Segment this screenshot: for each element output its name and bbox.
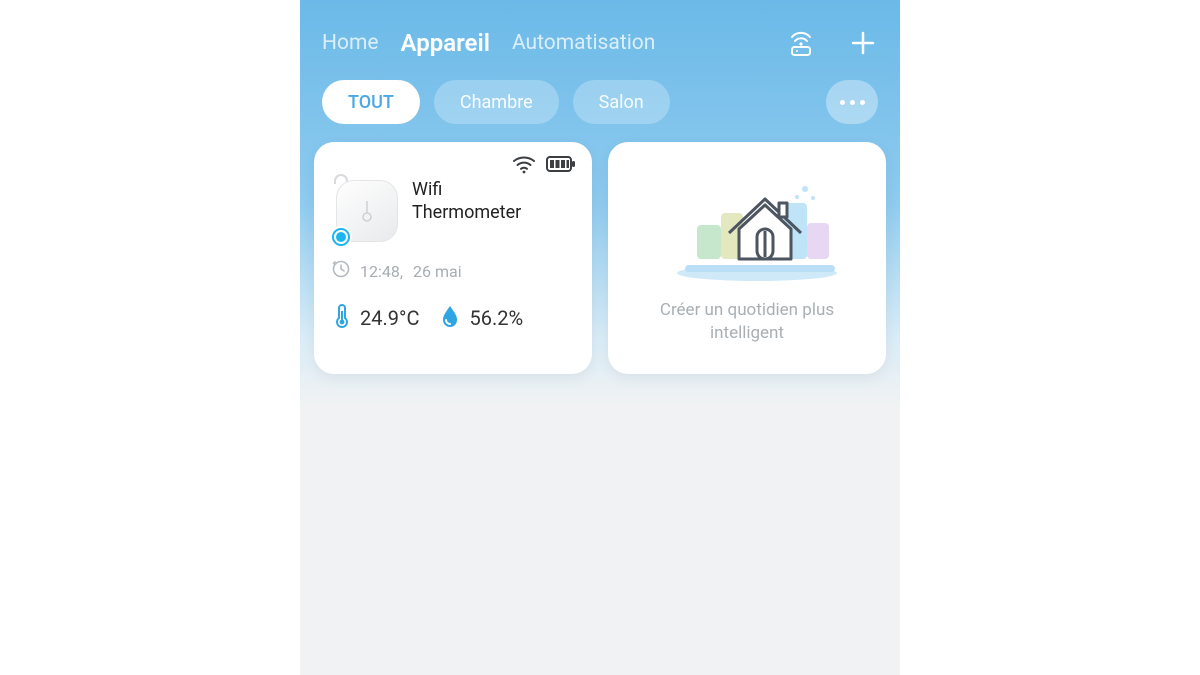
alexa-badge-icon [330, 226, 352, 248]
device-status-icons [512, 154, 576, 178]
device-name-line1: Wifi [412, 178, 521, 201]
promo-text: Créer un quotidien plus intelligent [626, 299, 868, 345]
device-timestamp: 12:48, 26 mai [332, 260, 574, 282]
tab-appareil[interactable]: Appareil [401, 29, 490, 57]
humidity-icon [439, 303, 461, 333]
device-card[interactable]: Wifi Thermometer 12:48, 26 mai [314, 142, 592, 374]
clock-icon [332, 260, 350, 282]
more-rooms-button[interactable] [826, 80, 878, 124]
device-time: 12:48, [360, 262, 403, 281]
room-filters: TOUT Chambre Salon [300, 70, 900, 142]
filter-salon[interactable]: Salon [573, 80, 670, 124]
thermometer-icon [332, 302, 352, 334]
battery-icon [546, 156, 576, 176]
tab-home[interactable]: Home [322, 31, 379, 55]
promo-card[interactable]: Créer un quotidien plus intelligent [608, 142, 886, 374]
smart-home-illustration [657, 165, 837, 285]
filter-chambre[interactable]: Chambre [434, 80, 559, 124]
cards-row: Wifi Thermometer 12:48, 26 mai [300, 142, 900, 374]
device-name-line2: Thermometer [412, 201, 521, 224]
top-nav: Home Appareil Automatisation [300, 0, 900, 70]
temperature-value: 24.9°C [360, 306, 419, 330]
device-header: Wifi Thermometer [332, 176, 574, 246]
add-button[interactable] [848, 28, 878, 58]
device-date: 26 mai [413, 262, 462, 281]
app-screen: Home Appareil Automatisation TOUT Chambr… [300, 0, 900, 675]
humidity-reading: 56.2% [439, 303, 523, 333]
device-readings: 24.9°C 56.2% [332, 302, 574, 334]
device-image [332, 176, 402, 246]
device-name: Wifi Thermometer [412, 178, 521, 225]
filter-all[interactable]: TOUT [322, 80, 420, 124]
network-icon[interactable] [786, 28, 816, 58]
humidity-value: 56.2% [469, 306, 523, 330]
temperature-reading: 24.9°C [332, 302, 419, 334]
wifi-icon [512, 154, 536, 178]
tab-automatisation[interactable]: Automatisation [512, 31, 655, 55]
